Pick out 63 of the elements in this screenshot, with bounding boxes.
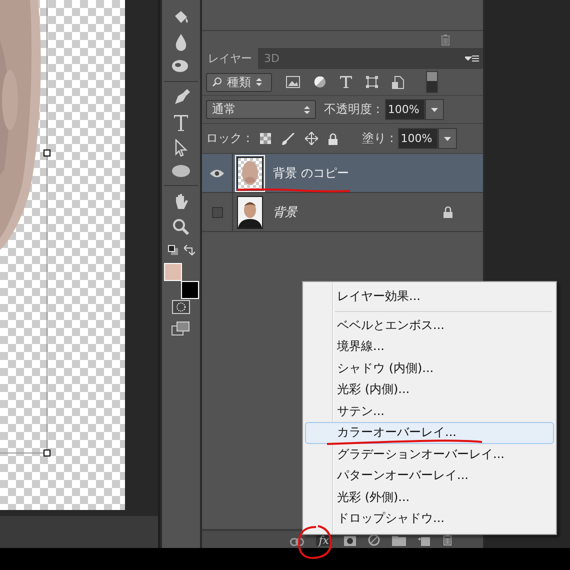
panel-tab[interactable]: レイヤー: [202, 48, 258, 69]
arrow-cursor-icon[interactable]: [174, 139, 188, 157]
fill-dropdown-button[interactable]: [438, 128, 457, 149]
menu-item[interactable]: 光彩 (内側)...: [305, 379, 554, 400]
checker-lock-icon[interactable]: [260, 133, 271, 144]
link-icon[interactable]: [290, 538, 304, 546]
image-filter-icon[interactable]: [286, 76, 300, 88]
filter-dropdown[interactable]: 種類: [206, 72, 272, 92]
type-filter-icon[interactable]: [340, 76, 352, 88]
menu-item[interactable]: シャドウ (内側)...: [305, 358, 554, 379]
layer-name: 背景: [273, 204, 297, 220]
opacity-label: 不透明度 :: [324, 101, 380, 118]
shape-filter-icon[interactable]: [366, 76, 378, 88]
lock-label: ロック :: [206, 130, 250, 147]
menu-item[interactable]: レイヤー効果...: [305, 286, 554, 308]
trash-icon[interactable]: [442, 534, 453, 546]
menu-item[interactable]: サテン...: [305, 400, 554, 422]
caret-icon: [444, 136, 451, 140]
updown-icon: [256, 77, 262, 87]
new-layer-icon[interactable]: [418, 534, 430, 546]
eye-icon[interactable]: [210, 168, 224, 178]
updown-icon: [304, 104, 310, 114]
fill-field[interactable]: 100%: [398, 128, 438, 149]
menu-item[interactable]: ドロップシャドウ...: [305, 508, 554, 530]
smart-object-filter-icon[interactable]: [392, 76, 404, 88]
menu-item[interactable]: グラデーションオーバーレイ...: [305, 444, 554, 465]
quick-mask-icon[interactable]: [172, 300, 190, 314]
layer-row[interactable]: 背景 のコピー: [202, 154, 483, 193]
blend-mode-dropdown[interactable]: 通常: [206, 100, 316, 119]
adjustment-filter-icon[interactable]: [314, 76, 326, 88]
visibility-toggle[interactable]: [212, 206, 222, 218]
mask-icon[interactable]: [344, 536, 356, 546]
menu-item[interactable]: 境界線...: [305, 336, 554, 358]
folder-icon[interactable]: [392, 536, 406, 546]
caret-icon: [430, 108, 438, 112]
drop-icon[interactable]: [174, 33, 188, 51]
menu-item[interactable]: カラーオーバーレイ...: [305, 422, 554, 444]
zoom-icon[interactable]: [172, 218, 190, 236]
opacity-field[interactable]: 100%: [384, 99, 425, 120]
default-colors-icon[interactable]: [168, 245, 178, 256]
screen-mode-icon[interactable]: [171, 321, 191, 337]
panel-menu-icon[interactable]: [465, 55, 479, 63]
search-icon: [212, 77, 222, 87]
swap-arrow-icon[interactable]: [184, 245, 194, 256]
smudge-icon[interactable]: [171, 58, 191, 74]
foreground-color-swatch[interactable]: [164, 263, 182, 281]
ellipse-icon[interactable]: [171, 164, 191, 178]
layer-name: 背景 のコピー: [273, 164, 349, 182]
adjustment-icon[interactable]: [368, 534, 380, 546]
background-color-swatch[interactable]: [181, 281, 199, 299]
paint-bucket-icon[interactable]: [172, 8, 190, 26]
lock-icon[interactable]: [328, 132, 338, 144]
pen-icon[interactable]: [172, 89, 190, 107]
layer-row[interactable]: 背景: [202, 193, 483, 232]
menu-item[interactable]: 光彩 (外側)...: [305, 486, 554, 508]
opacity-dropdown-button[interactable]: [424, 99, 444, 120]
type-tool-icon[interactable]: [173, 114, 189, 132]
menu-item[interactable]: パターンオーバーレイ...: [305, 465, 554, 486]
menu-item[interactable]: ベベルとエンボス...: [305, 314, 554, 336]
brush-icon[interactable]: [280, 132, 295, 144]
fill-label: 塗り :: [362, 130, 394, 147]
filter-toggle[interactable]: [426, 71, 438, 93]
move-icon[interactable]: [304, 132, 318, 145]
